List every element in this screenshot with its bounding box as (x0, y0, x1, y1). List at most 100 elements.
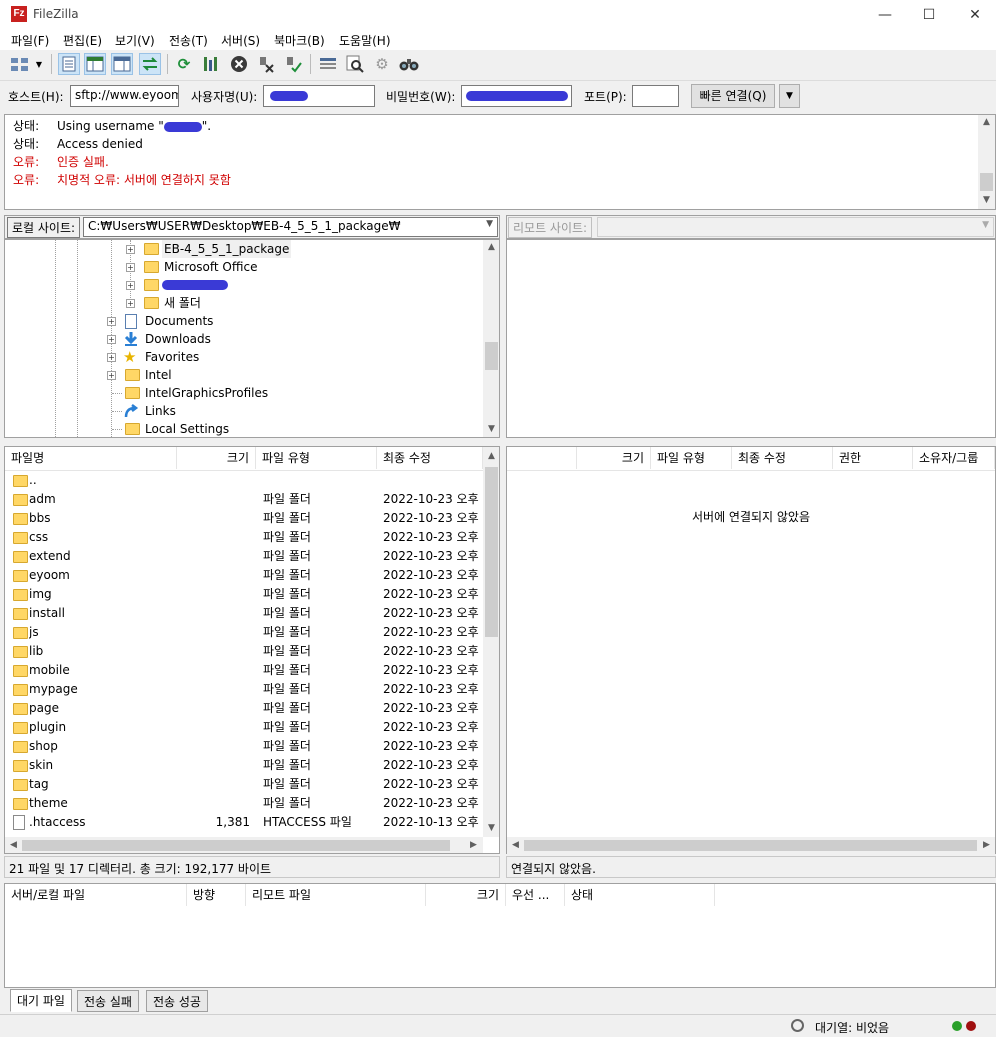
menu-bookmarks[interactable]: 북마크(B) (274, 32, 325, 49)
message-log-toggle-icon[interactable] (58, 53, 80, 75)
scroll-thumb[interactable] (524, 840, 977, 851)
maximize-button[interactable]: ☐ (906, 0, 952, 30)
menu-file[interactable]: 파일(F) (11, 32, 49, 49)
password-input[interactable] (461, 85, 572, 107)
message-log[interactable]: 상태: Using username " ". 상태: Access denied 오… (4, 114, 996, 210)
column-header-type[interactable]: 파일 유형 (651, 447, 732, 469)
scroll-down-icon[interactable]: ▼ (483, 424, 499, 434)
column-header-type[interactable]: 파일 유형 (256, 447, 377, 469)
table-row[interactable]: extend 파일 폴더 2022-10-23 오후 .. (5, 547, 483, 566)
queue-column-local-file[interactable]: 서버/로컬 파일 (5, 884, 187, 906)
remote-path-input[interactable]: ▼ (597, 217, 994, 237)
column-header-filename[interactable] (507, 447, 577, 469)
tree-item-downloads[interactable]: + Downloads (5, 330, 485, 348)
menu-server[interactable]: 서버(S) (221, 32, 260, 49)
tree-item-new-folder[interactable]: + 새 폴더 (5, 294, 485, 312)
scroll-thumb[interactable] (485, 342, 498, 370)
tab-queued-files[interactable]: 대기 파일 (10, 989, 72, 1012)
column-header-modified[interactable]: 최종 수정 (732, 447, 833, 469)
close-button[interactable]: ✕ (952, 0, 996, 30)
tree-item-redacted[interactable]: + (5, 276, 485, 294)
local-file-scrollbar[interactable]: ▲ ▼ (483, 447, 499, 837)
column-header-size[interactable]: 크기 (177, 447, 256, 469)
tab-successful-transfers[interactable]: 전송 성공 (146, 990, 208, 1012)
column-header-permissions[interactable]: 권한 (833, 447, 913, 469)
table-row[interactable]: tag 파일 폴더 2022-10-23 오후 .. (5, 775, 483, 794)
sync-browse-icon[interactable]: ⚙ (371, 53, 393, 75)
scroll-down-icon[interactable]: ▼ (483, 823, 499, 833)
local-file-list[interactable]: 파일명 ^ 크기 파일 유형 최종 수정 .. adm 파일 폴더 2022-10-2… (4, 446, 500, 854)
table-row[interactable]: lib 파일 폴더 2022-10-23 오후 .. (5, 642, 483, 661)
tab-failed-transfers[interactable]: 전송 실패 (77, 990, 139, 1012)
menu-view[interactable]: 보기(V) (115, 32, 155, 49)
table-row[interactable]: theme 파일 폴더 2022-10-23 오후 .. (5, 794, 483, 813)
local-file-hscrollbar[interactable]: ◀ ▶ (5, 837, 483, 853)
tree-item-links[interactable]: Links (5, 402, 485, 420)
expand-icon[interactable]: + (126, 299, 135, 308)
scroll-right-icon[interactable]: ▶ (978, 840, 995, 850)
scroll-left-icon[interactable]: ◀ (5, 840, 22, 850)
log-scrollbar[interactable]: ▲ ▼ (978, 115, 995, 209)
transfer-queue-toggle-icon[interactable] (139, 53, 161, 75)
expand-icon[interactable]: + (107, 317, 116, 326)
tree-item-microsoft-office[interactable]: + Microsoft Office (5, 258, 485, 276)
scroll-up-icon[interactable]: ▲ (483, 451, 499, 461)
scroll-thumb[interactable] (980, 173, 993, 191)
queue-column-direction[interactable]: 방향 (187, 884, 246, 906)
table-row[interactable]: img 파일 폴더 2022-10-23 오후 .. (5, 585, 483, 604)
minimize-button[interactable]: — (862, 0, 908, 30)
chevron-down-icon[interactable]: ▼ (982, 220, 989, 230)
table-row[interactable]: .htaccess 1,381 HTACCESS 파일 2022-10-13 오후 .… (5, 813, 483, 832)
remote-file-list[interactable]: 크기 파일 유형 최종 수정 권한 소유자/그룹 서버에 연결되지 않았음 ◀ … (506, 446, 996, 854)
menu-help[interactable]: 도움말(H) (339, 32, 391, 49)
filter-icon[interactable] (317, 53, 339, 75)
expand-icon[interactable]: + (126, 263, 135, 272)
host-input[interactable]: sftp://www.eyoom (70, 85, 179, 107)
table-row[interactable]: bbs 파일 폴더 2022-10-23 오후 .. (5, 509, 483, 528)
scroll-up-icon[interactable]: ▲ (483, 242, 499, 252)
quickconnect-history-dropdown[interactable]: ▼ (779, 84, 800, 108)
queue-column-priority[interactable]: 우선 ... (506, 884, 565, 906)
table-row[interactable]: plugin 파일 폴더 2022-10-23 오후 .. (5, 718, 483, 737)
tree-item-local-settings[interactable]: Local Settings (5, 420, 485, 437)
site-manager-icon[interactable] (9, 53, 31, 75)
chevron-down-icon[interactable]: ▼ (486, 219, 493, 229)
scroll-left-icon[interactable]: ◀ (507, 840, 524, 850)
queue-column-remote-file[interactable]: 리모트 파일 (246, 884, 426, 906)
tree-item-documents[interactable]: + Documents (5, 312, 485, 330)
column-header-owner[interactable]: 소유자/그룹 (913, 447, 995, 469)
search-icon[interactable] (398, 53, 420, 75)
menu-edit[interactable]: 편집(E) (63, 32, 102, 49)
disconnect-icon[interactable] (255, 53, 277, 75)
remote-tree-toggle-icon[interactable] (111, 53, 133, 75)
menu-transfer[interactable]: 전송(T) (169, 32, 208, 49)
column-header-modified[interactable]: 최종 수정 (377, 447, 483, 469)
table-row[interactable]: install 파일 폴더 2022-10-23 오후 .. (5, 604, 483, 623)
expand-icon[interactable]: + (107, 371, 116, 380)
expand-icon[interactable]: + (107, 335, 116, 344)
port-input[interactable] (632, 85, 679, 107)
cancel-icon[interactable] (228, 53, 250, 75)
column-header-size[interactable]: 크기 (577, 447, 651, 469)
table-row[interactable]: mobile 파일 폴더 2022-10-23 오후 .. (5, 661, 483, 680)
tree-item-intelgraphicsprofiles[interactable]: IntelGraphicsProfiles (5, 384, 485, 402)
table-row[interactable]: css 파일 폴더 2022-10-23 오후 .. (5, 528, 483, 547)
table-row[interactable]: mypage 파일 폴더 2022-10-23 오후 .. (5, 680, 483, 699)
queue-column-status[interactable]: 상태 (565, 884, 715, 906)
refresh-icon[interactable]: ⟳ (173, 53, 195, 75)
scroll-up-icon[interactable]: ▲ (978, 117, 995, 127)
local-tree-scrollbar[interactable]: ▲ ▼ (483, 240, 499, 437)
remote-directory-tree[interactable] (506, 239, 996, 438)
tree-item-favorites[interactable]: + ★ Favorites (5, 348, 485, 366)
reconnect-icon[interactable] (282, 53, 304, 75)
table-row[interactable]: skin 파일 폴더 2022-10-23 오후 .. (5, 756, 483, 775)
scroll-down-icon[interactable]: ▼ (978, 195, 995, 205)
scroll-thumb[interactable] (485, 467, 498, 637)
scroll-right-icon[interactable]: ▶ (465, 840, 482, 850)
table-row[interactable]: adm 파일 폴더 2022-10-23 오후 .. (5, 490, 483, 509)
local-directory-tree[interactable]: + EB-4_5_5_1_package + Microsoft Office … (4, 239, 500, 438)
local-tree-toggle-icon[interactable] (84, 53, 106, 75)
tree-item-intel[interactable]: + Intel (5, 366, 485, 384)
compare-icon[interactable] (344, 53, 366, 75)
table-row[interactable]: .. (5, 471, 483, 490)
